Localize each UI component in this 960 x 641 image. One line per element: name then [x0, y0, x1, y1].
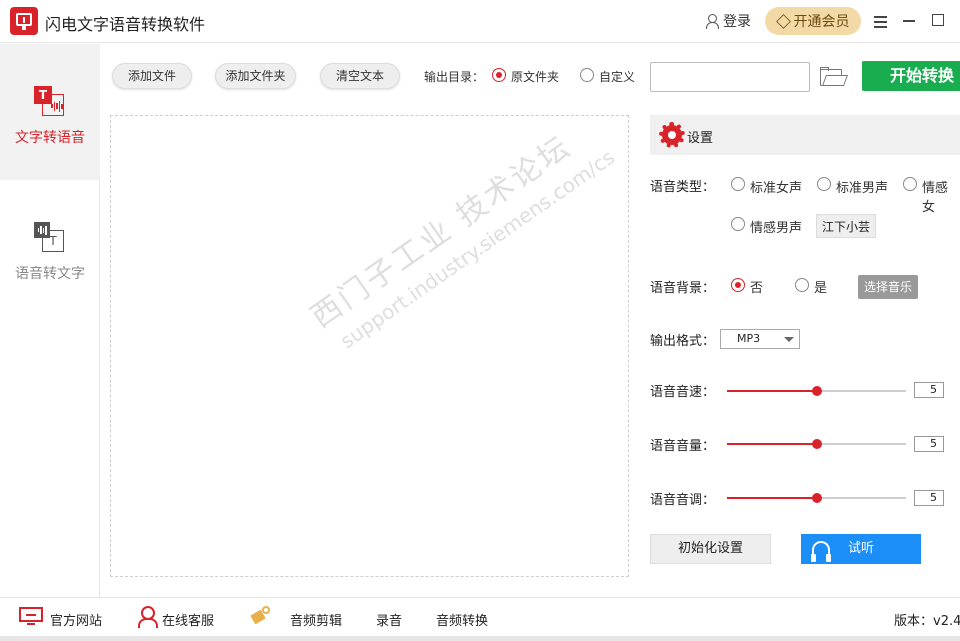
sidebar: T 文字转语音 T 语音转文字	[0, 44, 100, 597]
version-text: 版本：v2.4	[894, 614, 960, 629]
speed-value-box[interactable]: 5	[914, 382, 944, 398]
slider-thumb[interactable]	[811, 493, 822, 503]
minimize-icon[interactable]	[899, 10, 921, 32]
website-link[interactable]: 官方网站	[50, 610, 102, 629]
sidebar-item-label: 文字转语音	[15, 130, 85, 146]
text-to-speech-icon: T	[34, 86, 66, 118]
radio-background-yes[interactable]	[795, 278, 809, 292]
radio-voice-emotional-female[interactable]	[903, 177, 917, 191]
background-label: 语音背景：	[650, 281, 716, 296]
voice-standard-female-label: 标准女声	[750, 181, 803, 196]
slider-thumb[interactable]	[811, 439, 822, 449]
pitch-value-box[interactable]: 5	[914, 490, 944, 506]
vip-button[interactable]: 开通会员	[765, 7, 861, 35]
headphone-icon	[811, 541, 831, 562]
volume-value-box[interactable]: 5	[914, 436, 944, 452]
diamond-icon	[775, 13, 791, 29]
pitch-label: 语音音调：	[650, 493, 716, 508]
audio-convert-link[interactable]: 音频转换	[436, 610, 488, 629]
add-file-button[interactable]: 添加文件	[112, 63, 192, 89]
volume-slider[interactable]	[727, 438, 906, 450]
start-convert-button[interactable]: 开始转换	[862, 61, 960, 91]
gear-icon	[659, 122, 685, 148]
speed-label: 语音音速：	[650, 385, 716, 400]
bottom-strip	[0, 636, 960, 641]
radio-voice-emotional-male[interactable]	[731, 217, 745, 231]
settings-header: 设置	[650, 115, 960, 155]
sidebar-item-label: 语音转文字	[15, 266, 85, 282]
reset-settings-button[interactable]: 初始化设置	[650, 534, 771, 564]
bottom-bar: 官方网站 在线客服 音频剪辑 录音 音频转换 版本：v2.4	[0, 597, 960, 641]
login-label: 登录	[723, 14, 751, 30]
record-link[interactable]: 录音	[376, 610, 402, 629]
volume-label: 语音音量：	[650, 439, 716, 454]
title-bar: 闪电文字语音转换软件 登录 开通会员	[0, 0, 960, 43]
monitor-icon[interactable]	[19, 607, 43, 625]
radio-original-folder[interactable]	[492, 68, 506, 82]
sidebar-item-speech-to-text[interactable]: T 语音转文字	[0, 180, 100, 316]
settings-title: 设置	[687, 131, 714, 146]
radio-custom-folder[interactable]	[580, 68, 594, 82]
support-link[interactable]: 在线客服	[162, 610, 214, 629]
voice-standard-male-label: 标准男声	[836, 181, 889, 196]
speech-to-text-icon: T	[34, 222, 66, 254]
app-logo-icon	[10, 7, 38, 35]
maximize-icon[interactable]	[928, 10, 950, 32]
voice-choice-button[interactable]: 江下小芸	[816, 214, 876, 238]
clear-text-button[interactable]: 清空文本	[320, 63, 400, 89]
customer-service-icon[interactable]	[137, 606, 158, 628]
audio-edit-icon[interactable]	[250, 604, 272, 626]
listen-button[interactable]: 试听	[801, 534, 921, 564]
radio-original-folder-label: 原文件夹	[511, 70, 560, 84]
format-select[interactable]: MP3	[720, 329, 800, 349]
text-drop-area[interactable]	[110, 115, 629, 577]
user-icon	[704, 13, 720, 29]
format-value: MP3	[737, 332, 761, 345]
voice-type-label: 语音类型：	[650, 180, 716, 195]
radio-voice-standard-female[interactable]	[731, 177, 745, 191]
app-title: 闪电文字语音转换软件	[45, 15, 206, 34]
voice-emotional-male-label: 情感男声	[750, 221, 803, 236]
menu-icon[interactable]	[870, 10, 892, 32]
login-button[interactable]: 登录	[704, 11, 751, 31]
format-label: 输出格式：	[650, 334, 716, 349]
radio-custom-folder-label: 自定义	[599, 70, 636, 84]
pitch-slider[interactable]	[727, 492, 906, 504]
radio-voice-standard-male[interactable]	[817, 177, 831, 191]
folder-open-icon[interactable]	[820, 67, 849, 87]
radio-background-no[interactable]	[731, 278, 745, 292]
output-path-input[interactable]	[650, 62, 810, 92]
background-no-label: 否	[750, 281, 764, 296]
speed-slider[interactable]	[727, 385, 906, 397]
voice-emotional-female-label: 情感女	[922, 181, 949, 215]
sidebar-item-text-to-speech[interactable]: T 文字转语音	[0, 44, 100, 180]
output-dir-label: 输出目录：	[424, 70, 485, 84]
vip-label: 开通会员	[793, 14, 850, 30]
background-yes-label: 是	[814, 281, 828, 296]
listen-label: 试听	[847, 541, 874, 556]
audio-edit-link[interactable]: 音频剪辑	[290, 610, 342, 629]
add-folder-button[interactable]: 添加文件夹	[215, 63, 296, 89]
slider-thumb[interactable]	[811, 386, 822, 396]
select-music-button[interactable]: 选择音乐	[858, 275, 918, 299]
chevron-down-icon	[784, 337, 794, 342]
